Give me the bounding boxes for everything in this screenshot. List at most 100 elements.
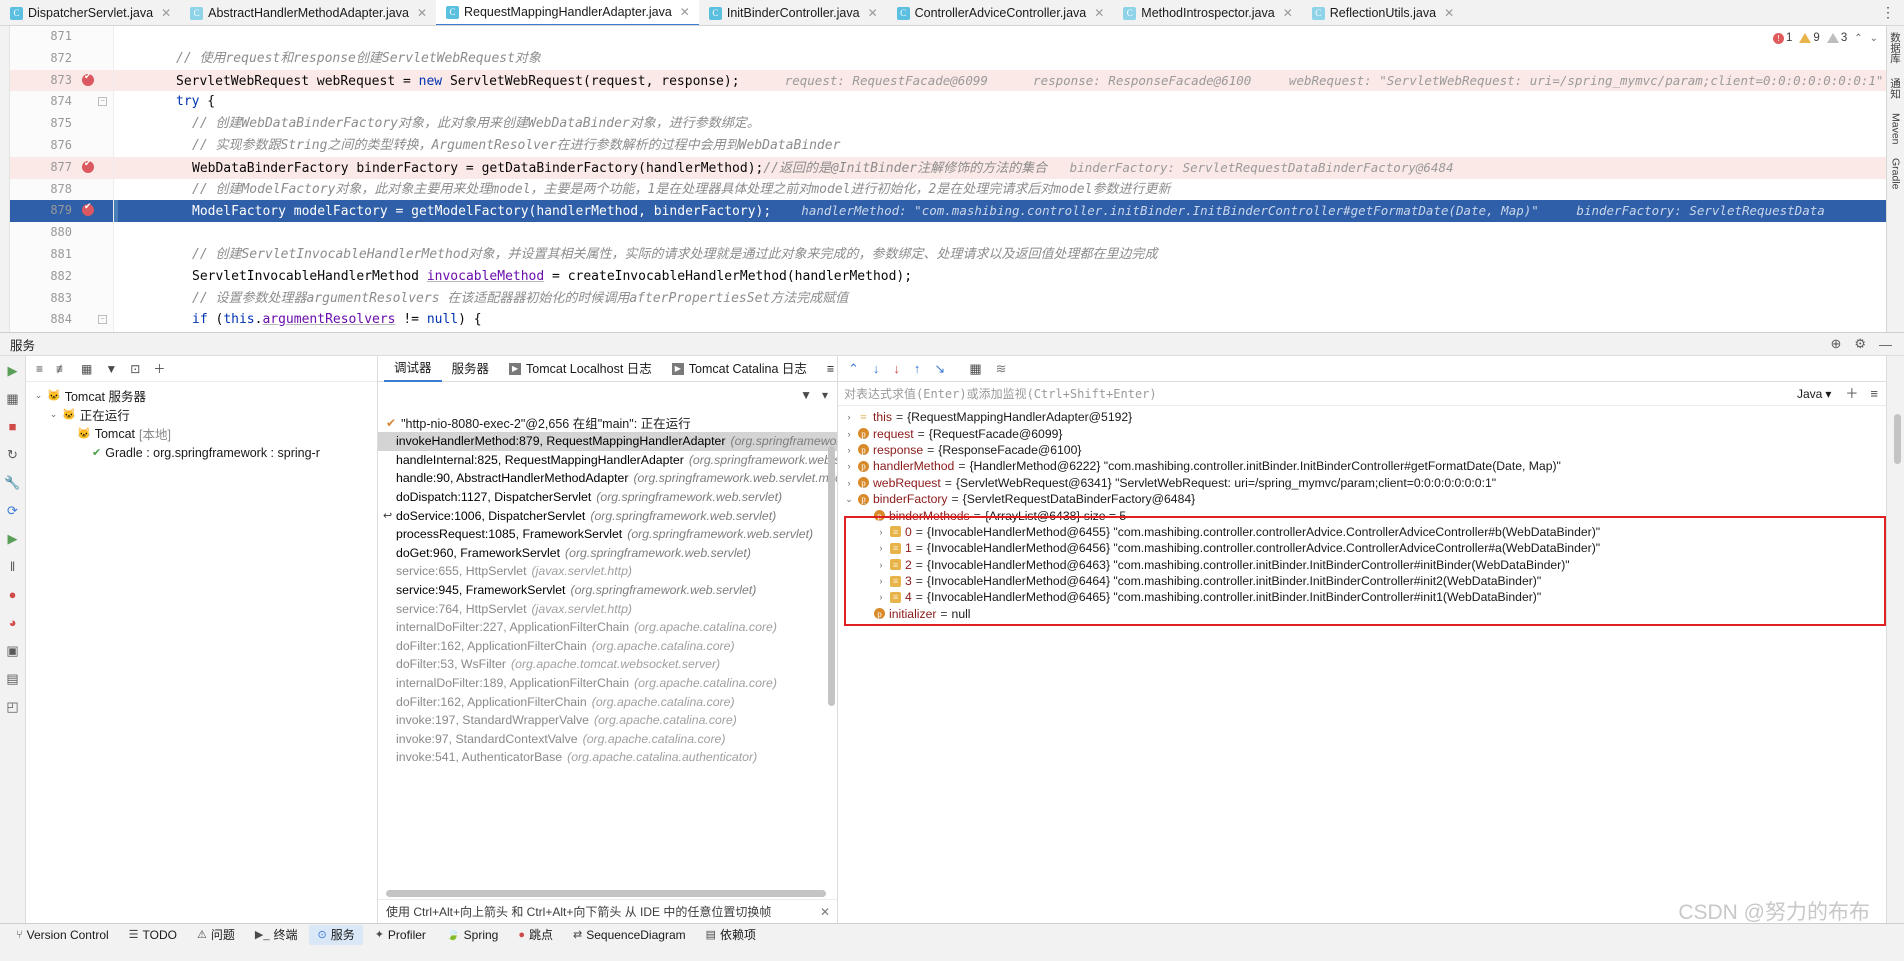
show-execution-point-icon[interactable]: ⌃ <box>848 362 859 375</box>
breakpoint-mute-icon[interactable]: ● <box>9 588 17 601</box>
right-tool-window-rail[interactable]: 数据库 通知 Maven Gradle <box>1886 26 1904 332</box>
twisty-icon[interactable]: ⌄ <box>844 494 854 505</box>
services-tree-toolbar[interactable]: ≡ ≢ ▦ ▼ ⊡ ＋ <box>26 356 377 382</box>
variable-row[interactable]: › ≡ 3 = {InvocableHandlerMethod@6464} "com… <box>838 573 1886 589</box>
frames-scrollbar[interactable] <box>828 446 835 706</box>
twisty-icon[interactable]: › <box>844 478 854 488</box>
left-tool-rail[interactable]: ▶ ▦ ■ ↻ 🔧 ⟳ ▶ ‖ ● ◕ ▣ ▤ ◰ <box>0 356 26 923</box>
frame-row[interactable]: handleInternal:825, RequestMappingHandle… <box>378 451 837 470</box>
services-tree-item-3[interactable]: ✔ Gradle : org.springframework : spring-r <box>26 443 377 462</box>
twisty-icon[interactable]: › <box>876 527 886 537</box>
mute-breakpoints-icon[interactable]: ≋ <box>996 362 1007 375</box>
inspection-widget[interactable]: ! 1 9 3 ⌃ ⌄ <box>1773 32 1878 44</box>
status-bar[interactable]: ⑂ Version Control ☰ TODO ⚠ 问题 ▶_ 终端 ⊙ 服务 ✦ Profiler… <box>0 923 1904 945</box>
thread-row[interactable]: ✔ "http-nio-8080-exec-2"@2,656 在组"main":… <box>378 413 837 432</box>
frame-row[interactable]: invoke:541, AuthenticatorBase (org.apache… <box>378 748 837 767</box>
warning-count[interactable]: 9 <box>1799 32 1820 44</box>
debug-icon[interactable]: ▦ <box>6 392 18 405</box>
layout-settings-icon[interactable]: ≡ <box>817 356 837 382</box>
close-icon[interactable]: ✕ <box>820 905 830 919</box>
status-bar-item-5[interactable]: ✦ Profiler <box>367 925 434 945</box>
frame-row[interactable]: service:655, HttpServlet (javax.servlet.h… <box>378 562 837 581</box>
variable-row[interactable]: › p handlerMethod = {HandlerMethod@6222} "… <box>838 458 1886 474</box>
code-row[interactable]: // 实现参数跟String之间的类型转换，ArgumentResolver在进… <box>114 135 1904 157</box>
close-icon[interactable]: ✕ <box>868 6 878 20</box>
minimize-icon[interactable]: — <box>1879 337 1892 352</box>
services-tree-item-2[interactable]: 🐱 Tomcat [本地] <box>26 424 377 443</box>
frames-hscrollbar[interactable] <box>386 890 826 897</box>
expand-all-icon[interactable]: ≡ <box>36 362 43 376</box>
collapse-all-icon[interactable]: ≢ <box>56 362 68 376</box>
frames-filter-row[interactable]: funnel-icon ▼ ▾ <box>378 382 837 408</box>
debugger-tab-2[interactable]: ▶ Tomcat Localhost 日志 <box>499 356 662 382</box>
editor-tab-3[interactable]: C InitBinderController.java ✕ <box>699 0 887 25</box>
close-icon[interactable]: ✕ <box>1444 6 1454 20</box>
frame-row[interactable]: service:945, FrameworkServlet (org.spring… <box>378 581 837 600</box>
twisty-icon[interactable]: › <box>876 560 886 570</box>
editor-tab-5[interactable]: C MethodIntrospector.java ✕ <box>1113 0 1301 25</box>
variable-row[interactable]: › p webRequest = {ServletWebRequest@6341} … <box>838 475 1886 491</box>
variables-pane[interactable]: ⌃ ↓ ↓ ↑ ↘ ▦ ≋ Java ▾ ＋ ≡ › ≡ this = {Reque… <box>838 356 1886 923</box>
variable-row[interactable]: › ≡ 4 = {InvocableHandlerMethod@6465} "com… <box>838 589 1886 605</box>
services-tree[interactable]: ⌄ 🐱 Tomcat 服务器 ⌄ 🐱 正在运行 🐱 Tomcat [本地] ✔ Gradle : … <box>26 382 377 462</box>
status-bar-item-7[interactable]: ● 跳点 <box>510 925 561 945</box>
close-icon[interactable]: ✕ <box>1283 6 1293 20</box>
run-to-cursor-icon[interactable]: ↘ <box>934 362 945 375</box>
code-row[interactable]: ServletInvocableHandlerMethod invocableM… <box>114 266 1904 288</box>
variable-row[interactable]: › p request = {RequestFacade@6099} <box>838 425 1886 441</box>
frame-row[interactable]: handle:90, AbstractHandlerMethodAdapter (… <box>378 469 837 488</box>
resume-icon[interactable]: ▶ <box>8 532 18 545</box>
debugger-tabs[interactable]: 调试器 服务器 ▶ Tomcat Localhost 日志 ▶ Tomcat Catali… <box>378 356 837 382</box>
code-row[interactable]: // 设置参数处理器argumentResolvers 在该适配器器初始化的时候… <box>114 288 1904 310</box>
right-rail-item-3[interactable]: Gradle <box>1890 158 1902 190</box>
add-watch-icon[interactable]: ＋ <box>1845 387 1862 400</box>
editor-code-area[interactable]: // 使用request和response创建ServletWebRequest… <box>114 26 1904 332</box>
frame-row[interactable]: doGet:960, FrameworkServlet (org.springfr… <box>378 544 837 563</box>
debugger-tab-0[interactable]: 调试器 <box>384 356 442 382</box>
status-bar-item-9[interactable]: ▤ 依赖项 <box>698 925 764 945</box>
editor-tab-2[interactable]: C RequestMappingHandlerAdapter.java ✕ <box>436 0 699 25</box>
status-bar-item-0[interactable]: ⑂ Version Control <box>8 925 117 945</box>
step-out-icon[interactable]: ↑ <box>914 362 921 375</box>
twisty-icon[interactable]: › <box>844 445 854 455</box>
breakpoint-icon[interactable]: ◕ <box>9 616 17 629</box>
debugger-tab-1[interactable]: 服务器 <box>442 356 500 382</box>
variable-row[interactable]: › ≡ 0 = {InvocableHandlerMethod@6455} "com… <box>838 524 1886 540</box>
variable-row[interactable]: › ≡ 2 = {InvocableHandlerMethod@6463} "com… <box>838 557 1886 573</box>
frames-pane[interactable]: 调试器 服务器 ▶ Tomcat Localhost 日志 ▶ Tomcat Catali… <box>378 356 838 923</box>
step-into-icon[interactable]: ↓ <box>893 362 900 375</box>
close-icon[interactable]: ✕ <box>417 6 427 20</box>
stack-frames-list[interactable]: invokeHandlerMethod:879, RequestMappingH… <box>378 432 837 887</box>
variable-row[interactable]: p initializer = null <box>838 606 1886 622</box>
close-icon[interactable]: ✕ <box>161 6 171 20</box>
status-bar-item-4[interactable]: ⊙ 服务 <box>309 924 363 945</box>
pause-icon[interactable]: ‖ <box>10 560 15 573</box>
evaluate-expression-row[interactable]: Java ▾ ＋ ≡ <box>838 382 1886 406</box>
editor-tab-0[interactable]: C DispatcherServlet.java ✕ <box>0 0 180 25</box>
right-rail-item-0[interactable]: 数据库 <box>1888 32 1903 64</box>
status-bar-item-8[interactable]: ⇄ SequenceDiagram <box>565 925 694 945</box>
twisty-icon[interactable]: ⌄ <box>49 409 58 420</box>
breakpoint-icon[interactable] <box>82 201 94 217</box>
group-icon[interactable]: ▦ <box>81 362 92 376</box>
filter-glyph[interactable]: ▼ <box>800 388 812 402</box>
frame-row[interactable]: internalDoFilter:189, ApplicationFilterC… <box>378 674 837 693</box>
editor-tab-6[interactable]: C ReflectionUtils.java ✕ <box>1302 0 1463 25</box>
twisty-icon[interactable]: › <box>876 576 886 586</box>
tab-overflow-icon[interactable]: ⋮ <box>1881 4 1896 21</box>
gear-icon[interactable]: ⚙ <box>1854 336 1866 352</box>
filter-chevron-icon[interactable]: ▾ <box>822 388 828 402</box>
frame-row[interactable]: invokeHandlerMethod:879, RequestMappingH… <box>378 432 837 451</box>
code-row[interactable]: ServletWebRequest webRequest = new Servl… <box>114 69 1904 92</box>
close-icon[interactable]: ✕ <box>680 5 690 19</box>
rerun-icon[interactable]: ↻ <box>7 448 18 461</box>
refresh-icon[interactable]: ⟳ <box>7 504 18 517</box>
editor-gutter[interactable]: 871 872 873 874 − 875 876 877 878 879 880 881 882 883… <box>10 26 114 332</box>
variable-row[interactable]: ⌄ p binderMethods = {ArrayList@6438} size … <box>838 507 1886 523</box>
evaluate-expression-icon[interactable]: ▦ <box>969 362 981 375</box>
twisty-icon[interactable]: ⌄ <box>34 390 43 401</box>
frame-row[interactable]: invoke:197, StandardWrapperValve (org.apa… <box>378 711 837 730</box>
variable-row[interactable]: › p response = {ResponseFacade@6100} <box>838 442 1886 458</box>
code-row[interactable]: WebDataBinderFactory binderFactory = get… <box>114 156 1904 179</box>
services-tree-item-0[interactable]: ⌄ 🐱 Tomcat 服务器 <box>26 386 377 405</box>
